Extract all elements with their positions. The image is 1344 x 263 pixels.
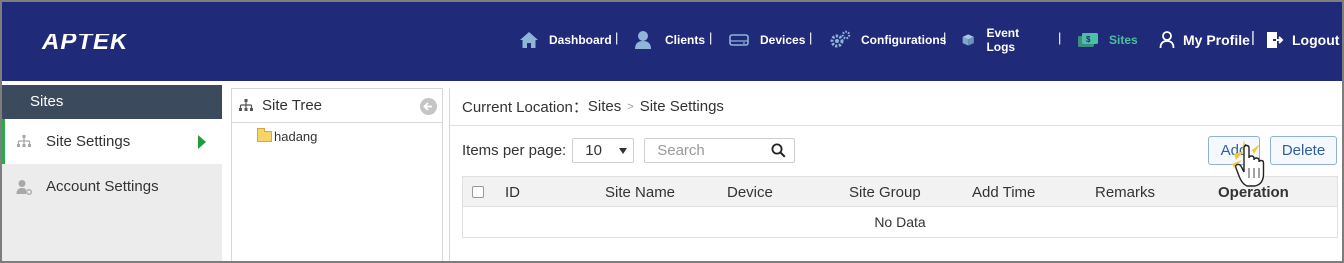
tree-node-label: hadang [274, 129, 318, 144]
site-tree-header: Site Tree [232, 89, 442, 123]
items-per-page-value: 10 [585, 142, 602, 159]
search-input[interactable] [645, 139, 764, 162]
my-profile-label: My Profile [1183, 32, 1250, 48]
sites-table: ID Site Name Device Site Group Add Time … [462, 176, 1338, 238]
breadcrumb-prefix: Current Location： [462, 99, 588, 116]
breadcrumb: Current Location： Sites > Site Settings [450, 88, 1342, 126]
nav-configurations[interactable]: Configurations [829, 28, 946, 52]
aptek-logo: APTEK [41, 28, 138, 55]
folder-icon [257, 128, 272, 142]
column-header-add-time[interactable]: Add Time [972, 184, 1035, 201]
breadcrumb-item-sites[interactable]: Sites [588, 98, 621, 115]
sidebar-item-site-settings[interactable]: Site Settings [2, 119, 222, 164]
select-all-checkbox[interactable] [472, 186, 484, 198]
nav-event-logs-label: Event Logs [986, 26, 1020, 54]
user-icon [1159, 31, 1175, 49]
logout-icon [1267, 32, 1284, 48]
tree-node-hadang[interactable]: hadang [257, 128, 318, 144]
table-header: ID Site Name Device Site Group Add Time … [462, 176, 1338, 207]
svg-text:$: $ [1086, 35, 1091, 44]
column-header-site-name[interactable]: Site Name [605, 184, 675, 201]
nav-event-logs[interactable]: Event Logs [962, 26, 1027, 54]
breadcrumb-item-site-settings: Site Settings [639, 98, 724, 115]
search-box [644, 138, 796, 163]
top-navigation-bar: APTEK Dashboard | Clients | Devices | Co… [2, 2, 1342, 81]
sites-icon: $ [1078, 33, 1098, 47]
user-settings-icon [16, 179, 32, 195]
nav-separator: | [1058, 30, 1062, 45]
add-button[interactable]: Add [1208, 136, 1260, 165]
tree-icon [239, 98, 253, 111]
column-header-id[interactable]: ID [505, 184, 520, 201]
sidebar-item-account-settings[interactable]: Account Settings [2, 164, 222, 209]
sidebar: Sites Site Settings Account Settings [2, 85, 222, 261]
nav-separator: | [809, 30, 813, 45]
nav-separator: | [943, 30, 947, 45]
nav-sites[interactable]: $ Sites [1077, 28, 1138, 52]
sidebar-item-label: Account Settings [46, 178, 159, 195]
sidebar-title: Sites [2, 85, 222, 119]
nav-clients-label: Clients [665, 33, 706, 47]
box-icon [962, 34, 974, 46]
column-header-device[interactable]: Device [727, 184, 773, 201]
column-header-operation: Operation [1218, 184, 1289, 201]
nav-devices-label: Devices [760, 33, 806, 47]
nav-dashboard[interactable]: Dashboard [519, 28, 612, 52]
my-profile-link[interactable]: My Profile [1159, 28, 1250, 52]
nav-configurations-label: Configurations [861, 33, 947, 47]
nav-dashboard-label: Dashboard [549, 33, 612, 47]
gears-icon [830, 30, 851, 48]
column-header-site-group[interactable]: Site Group [849, 184, 921, 201]
column-header-remarks[interactable]: Remarks [1095, 184, 1155, 201]
collapse-arrow-icon[interactable] [420, 98, 437, 115]
nav-sites-label: Sites [1109, 33, 1138, 47]
app-window: APTEK Dashboard | Clients | Devices | Co… [0, 0, 1344, 263]
site-tree-title: Site Tree [262, 97, 323, 114]
person-icon [635, 31, 651, 49]
logout-link[interactable]: Logout [1266, 28, 1339, 52]
caret-down-icon [619, 148, 628, 154]
logout-label: Logout [1292, 32, 1340, 48]
search-icon[interactable] [771, 143, 786, 158]
nav-devices[interactable]: Devices [729, 28, 805, 52]
breadcrumb-separator: > [627, 100, 634, 113]
nav-clients[interactable]: Clients [634, 28, 705, 52]
sidebar-item-label: Site Settings [46, 133, 131, 150]
tree-icon [17, 134, 31, 147]
table-empty-row: No Data [462, 207, 1338, 238]
items-per-page-select[interactable]: 10 [572, 138, 635, 163]
device-icon [729, 34, 749, 46]
nav-separator: | [615, 30, 619, 45]
nav-separator: | [709, 30, 713, 45]
table-toolbar: Items per page: 10 [462, 138, 796, 163]
nav-separator: | [1251, 29, 1255, 46]
caret-right-icon [198, 135, 206, 149]
site-tree-panel: Site Tree hadang [231, 88, 443, 261]
delete-button[interactable]: Delete [1270, 136, 1337, 165]
home-icon [520, 32, 538, 48]
main-content: Current Location： Sites > Site Settings … [449, 88, 1342, 261]
items-per-page-label: Items per page: [462, 142, 567, 159]
